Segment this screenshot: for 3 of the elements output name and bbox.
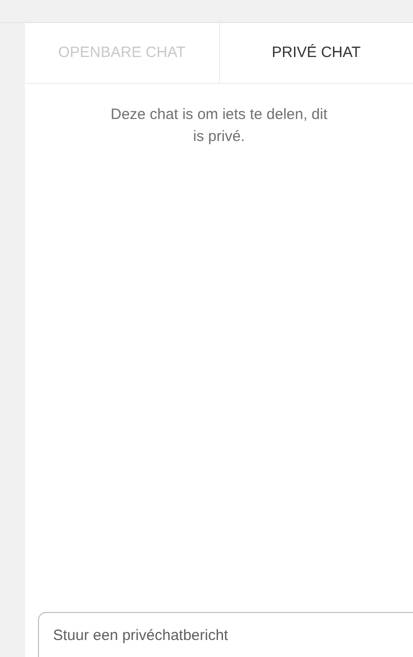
chat-tab[interactable]: PRIVÉ CHAT <box>218 23 413 83</box>
message-field[interactable]: Stuur een privéchatbericht <box>38 612 413 657</box>
privacy-notice: Deze chat is om iets te delen, dit is privé. <box>110 105 328 147</box>
